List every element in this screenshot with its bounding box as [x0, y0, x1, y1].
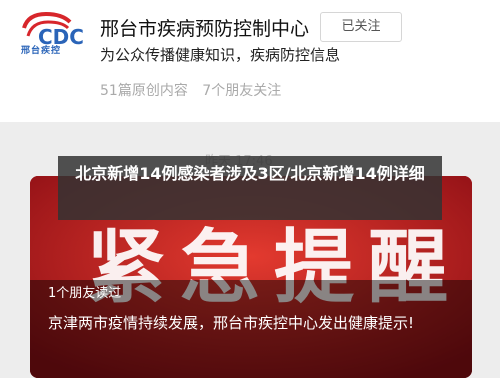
article-title[interactable]: 京津两市疫情持续发展，邢台市疾控中心发出健康提示! [48, 312, 463, 334]
original-count: 51篇原创内容 [100, 83, 188, 99]
headline-text: 北京新增14例感染者涉及3区/北京新增14例详细 [75, 164, 425, 183]
logo-caption: 邢台疾控 [21, 46, 62, 56]
account-card[interactable]: CDC 邢台疾控 邢台市疾病预防控制中心 已关注 为公众传播健康知识，疾病防控信… [0, 0, 500, 122]
friends-read-count: 1个朋友读过 [48, 286, 122, 301]
account-stats: 51篇原创内容 7个朋友关注 [100, 80, 291, 100]
account-name[interactable]: 邢台市疾病预防控制中心 [100, 14, 309, 41]
headline-overlay: 北京新增14例感染者涉及3区/北京新增14例详细 [58, 156, 442, 220]
friends-follow-count: 7个朋友关注 [202, 83, 282, 99]
followed-button[interactable]: 已关注 [320, 12, 402, 42]
account-description: 为公众传播健康知识，疾病防控信息 [100, 46, 341, 64]
